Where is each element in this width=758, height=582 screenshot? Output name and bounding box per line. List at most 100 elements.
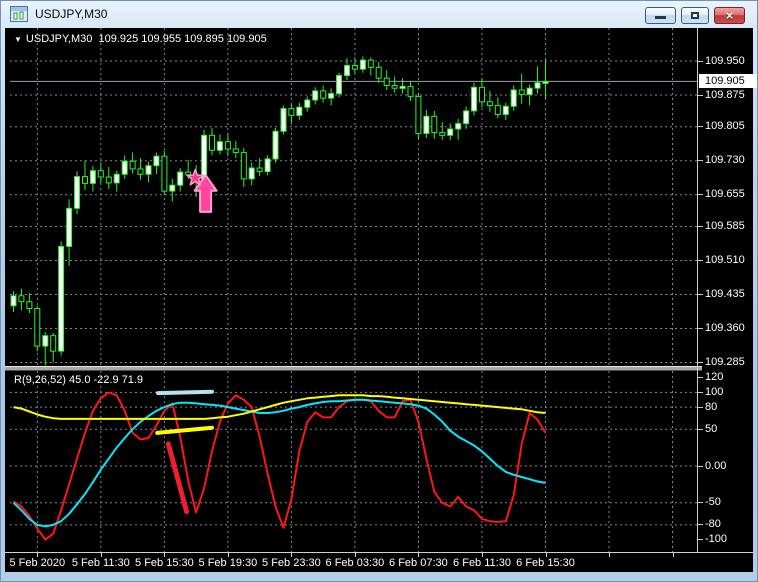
indicator-tick-label: 0.00 [705,459,727,472]
indicator-tick-label: 120 [705,371,724,384]
price-tick-label: 109.805 [705,120,745,133]
chart-symbol-label: ▼ USDJPY,M30 109.925 109.955 109.895 109.… [14,33,267,45]
candle [359,59,366,70]
candle [97,170,104,178]
indicator-tick-mark [698,539,703,541]
candle [153,155,160,167]
candle [304,99,311,108]
time-tick-label: 6 Feb 15:30 [516,557,575,569]
candle [121,160,128,175]
candle [415,95,422,135]
indicator-tick-label: -100 [705,533,728,546]
dropdown-icon[interactable]: ▼ [14,35,22,44]
indicator-tick-mark [698,428,703,430]
price-tick-label: 109.435 [705,287,745,300]
price-tick-label: 109.655 [705,188,745,201]
candle [248,167,255,180]
candle [26,301,33,310]
candle [232,148,239,154]
candle [105,176,112,184]
candle [328,93,335,99]
candle [66,207,73,247]
price-tick-label: 109.585 [705,220,745,232]
price-tick-mark [698,226,703,227]
candle [534,82,541,89]
candle [224,141,231,150]
indicator-tick-mark [698,502,703,504]
candle [89,170,96,184]
indicator-canvas[interactable] [10,371,697,552]
candle [312,90,319,101]
price-tick-label: 109.360 [705,321,745,334]
candle [439,132,446,136]
drawn-segment[interactable] [155,425,214,435]
candle [479,86,485,103]
candle [431,115,438,134]
candle [288,108,295,116]
indicator-tick-label: 50 [705,422,718,435]
indicator-name: R(9,26,52) [14,374,66,386]
candle [169,184,176,192]
candle [145,165,152,175]
price-tick-label: 109.285 [705,355,745,368]
indicator-tick-label: -50 [705,496,721,509]
price-tick-mark [698,60,703,62]
price-tick-label: 109.875 [705,88,745,101]
price-tick-mark [698,94,703,96]
indicator-tick-mark [698,524,703,526]
time-tick-mark [672,553,674,557]
indicator-tick-mark [698,465,703,467]
candle [240,152,247,180]
minimize-icon [655,16,666,19]
candle [113,173,120,184]
indicator-tick-mark [698,377,703,379]
candle [375,66,382,79]
minimize-button[interactable] [645,7,676,24]
price-tick-mark [698,160,703,162]
candle [510,89,517,107]
candle [129,160,136,170]
candle [74,176,80,209]
window-title: USDJPY,M30 [35,7,108,21]
candle [296,106,303,116]
close-icon: × [725,8,734,23]
time-axis[interactable]: 5 Feb 2020 5 Feb 11:30 5 Feb 15:30 5 Feb 19… [5,552,753,572]
candle [42,335,49,347]
price-tick-mark [698,194,703,196]
candle [407,85,414,97]
candle [58,245,65,352]
close-button[interactable]: × [714,7,745,24]
candle [447,128,454,136]
candle [264,158,271,173]
price-axis[interactable]: 109.950 109.875 109.805 109.730 109.655 109.5… [698,28,757,552]
candle [50,335,57,352]
indicator-values: 45.0 -22.9 71.9 [69,374,144,386]
indicator-tick-label: -80 [705,518,721,531]
candle [351,65,358,70]
price-chart-canvas[interactable] [10,28,697,366]
ohlc-values: 109.925 109.955 109.895 109.905 [98,33,267,45]
candle [526,87,533,96]
candle [486,101,493,106]
candle [344,65,350,76]
indicator-tick-label: 100 [705,385,724,398]
indicator-label: R(9,26,52) 45.0 -22.9 71.9 [14,374,143,386]
title-bar[interactable]: USDJPY,M30 × [0,0,758,28]
symbol-timeframe-label: USDJPY,M30 [25,33,93,45]
candle [209,134,215,151]
candle [272,130,279,160]
restore-icon [691,12,699,19]
indicator-tick-mark [698,406,703,408]
candle [423,115,430,135]
candle [34,308,41,347]
restore-button[interactable] [681,7,709,24]
candle [18,295,25,303]
candle [518,89,525,95]
drawn-segment[interactable] [156,389,214,396]
window-controls: × [645,7,745,24]
chart-window-icon [10,6,28,22]
candle [336,75,342,95]
candle [399,85,406,89]
candle [185,171,192,176]
price-tick-label: 109.510 [705,254,745,266]
